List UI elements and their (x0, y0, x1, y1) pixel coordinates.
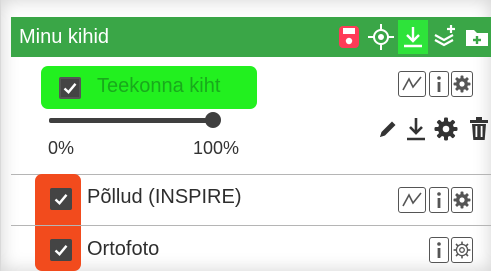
layers-panel: Minu kihid Teekonna kiht 0% 100% Põllud … (0, 0, 491, 271)
opacity-max-label: 100% (193, 138, 240, 158)
edit-icon[interactable] (376, 117, 400, 141)
panel-title: Minu kihid (19, 25, 110, 48)
layer-visibility-checkbox[interactable] (50, 188, 72, 210)
delete-icon[interactable] (467, 116, 491, 142)
download-icon[interactable] (398, 20, 428, 54)
layer-visibility-checkbox[interactable] (50, 239, 72, 261)
row-divider (11, 225, 491, 226)
settings-icon[interactable] (451, 187, 473, 213)
layer-name: Ortofoto (87, 238, 160, 260)
info-icon[interactable] (429, 237, 449, 263)
info-icon[interactable] (429, 71, 449, 97)
layers-add-icon[interactable] (430, 20, 460, 54)
opacity-slider-handle[interactable] (205, 112, 221, 128)
info-icon[interactable] (429, 187, 449, 213)
locate-icon[interactable] (366, 20, 396, 54)
settings-icon[interactable] (451, 237, 473, 263)
layer-name: Teekonna kiht (97, 75, 221, 97)
opacity-min-label: 0% (48, 138, 75, 158)
chart-icon[interactable] (398, 71, 426, 97)
layer-row-teekonna: Teekonna kiht 0% 100% (11, 57, 491, 174)
settings-icon[interactable] (451, 71, 473, 97)
clear-layers-icon[interactable] (334, 20, 364, 54)
opacity-slider-track[interactable] (49, 118, 213, 123)
layer-name: Põllud (INSPIRE) (87, 186, 242, 208)
chart-icon[interactable] (398, 187, 426, 213)
folder-add-icon[interactable] (462, 20, 491, 54)
panel-header: Minu kihid (11, 17, 491, 57)
row-divider (11, 174, 491, 175)
settings-icon[interactable] (433, 116, 459, 142)
download-icon[interactable] (404, 115, 428, 143)
layer-visibility-checkbox[interactable] (59, 77, 81, 99)
